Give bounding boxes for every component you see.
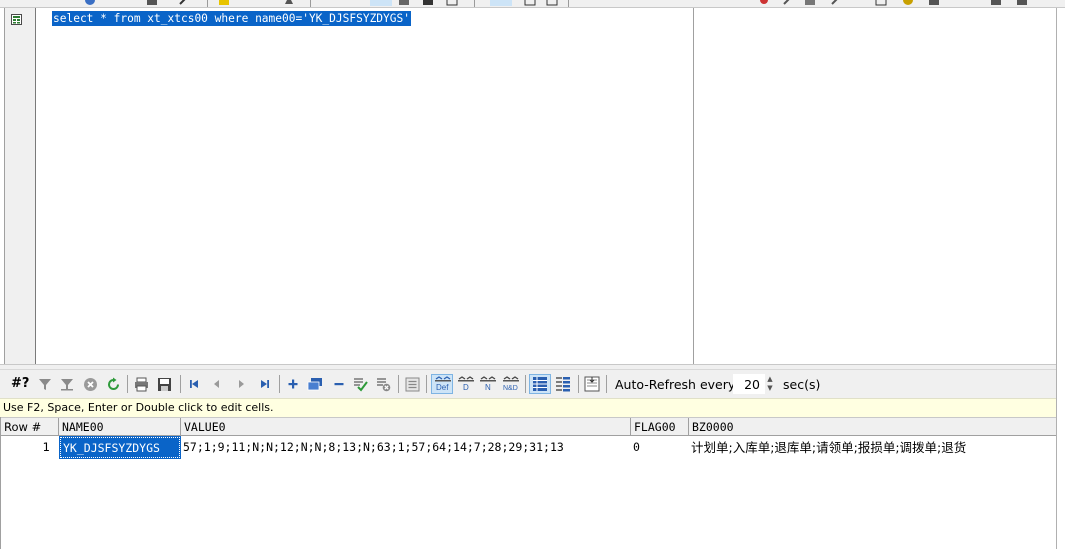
value0-cell[interactable]: 57;1;9;11;N;N;12;N;N;8;13;N;63;1;57;64;1… xyxy=(181,437,631,458)
name-caption-icon[interactable]: N xyxy=(479,376,497,392)
toolbar-icon-18[interactable] xyxy=(902,0,914,6)
cancel-query-icon[interactable] xyxy=(82,376,98,392)
auto-refresh-spinner[interactable]: ▲ ▼ xyxy=(765,375,775,393)
duplicate-record-icon[interactable] xyxy=(307,376,323,392)
svg-text:Def: Def xyxy=(436,383,449,392)
toolbar-separator xyxy=(426,375,427,393)
toolbar-icon-11[interactable] xyxy=(524,0,536,6)
result-grid[interactable]: Row # NAME00 VALUE0 FLAG00 BZ0000 1 YK_D… xyxy=(0,417,1056,549)
toolbar-icon-8[interactable] xyxy=(422,0,434,6)
toolbar-separator xyxy=(398,375,399,393)
refresh-icon[interactable] xyxy=(105,376,121,392)
print-icon[interactable] xyxy=(133,376,149,392)
toolbar-icon-17[interactable] xyxy=(875,0,887,6)
spin-up-icon[interactable]: ▲ xyxy=(765,375,775,384)
toolbar-icon-14[interactable] xyxy=(782,0,794,6)
grid-header: Row # NAME00 VALUE0 FLAG00 BZ0000 xyxy=(1,417,1056,436)
table-row[interactable]: 1 YK_DJSFSYZDYGS 57;1;9;11;N;N;12;N;N;8;… xyxy=(1,436,1056,459)
editor-right-margin xyxy=(693,8,694,364)
next-record-icon[interactable] xyxy=(233,376,249,392)
column-header-name00[interactable]: NAME00 xyxy=(59,418,181,436)
sql-statement[interactable]: select * from xt_xtcs00 where name00='YK… xyxy=(52,11,411,26)
toolbar-separator xyxy=(127,375,128,393)
toolbar-icon-16[interactable] xyxy=(830,0,842,6)
toolbar-separator xyxy=(474,0,475,7)
toolbar-icon-1[interactable] xyxy=(84,0,96,6)
toolbar-icon-15[interactable] xyxy=(804,0,816,6)
form-view-icon[interactable] xyxy=(555,376,571,392)
main-toolbar xyxy=(0,0,1065,8)
record-count-button[interactable]: #? xyxy=(11,376,29,391)
auto-fit-icon[interactable] xyxy=(584,376,600,392)
toolbar-icon-21[interactable] xyxy=(1016,0,1028,6)
result-grid-toolbar: #? Def D N N&D Auto-Refresh every 20 ▲ ▼… xyxy=(0,370,1056,398)
toolbar-icon-9[interactable] xyxy=(446,0,458,6)
cancel-edit-icon[interactable] xyxy=(375,376,391,392)
toolbar-icon-10[interactable] xyxy=(490,0,512,6)
toolbar-separator xyxy=(310,0,311,7)
toolbar-icon-19[interactable] xyxy=(928,0,940,6)
first-record-icon[interactable] xyxy=(186,376,202,392)
delete-record-icon[interactable] xyxy=(331,376,347,392)
toolbar-icon-13[interactable] xyxy=(758,0,770,6)
toolbar-separator xyxy=(207,0,208,7)
auto-refresh-unit: sec(s) xyxy=(783,377,821,392)
save-icon[interactable] xyxy=(156,376,172,392)
toolbar-icon-3[interactable] xyxy=(178,0,190,6)
post-edit-icon[interactable] xyxy=(352,376,368,392)
filter-icon[interactable] xyxy=(37,376,53,392)
toolbar-separator xyxy=(180,375,181,393)
auto-refresh-interval-input[interactable]: 20 xyxy=(733,374,765,394)
insert-record-icon[interactable] xyxy=(285,376,301,392)
memo-editor-icon[interactable] xyxy=(404,376,420,392)
bz0000-cell[interactable]: 计划单;入库单;退库单;请领单;报损单;调拨单;退货 xyxy=(689,437,1056,458)
last-record-icon[interactable] xyxy=(257,376,273,392)
toolbar-separator xyxy=(578,375,579,393)
flag00-cell[interactable]: 0 xyxy=(631,437,689,458)
spin-down-icon[interactable]: ▼ xyxy=(765,384,775,393)
name-description-caption-icon[interactable]: N&D xyxy=(502,376,520,392)
edit-hint: Use F2, Space, Enter or Double click to … xyxy=(0,398,1056,417)
toolbar-separator xyxy=(279,375,280,393)
name00-cell[interactable]: YK_DJSFSYZDYGS xyxy=(59,436,181,459)
svg-text:D: D xyxy=(463,383,469,392)
column-header-bz0000[interactable]: BZ0000 xyxy=(689,418,1056,436)
window-right-edge xyxy=(1056,8,1065,549)
statement-marker-icon xyxy=(11,14,22,25)
toolbar-separator xyxy=(525,375,526,393)
toolbar-separator xyxy=(606,375,607,393)
column-header-row-number[interactable]: Row # xyxy=(1,418,59,436)
grid-view-icon[interactable] xyxy=(532,376,548,392)
toolbar-icon-7[interactable] xyxy=(398,0,410,6)
description-caption-icon[interactable]: D xyxy=(457,376,475,392)
toolbar-icon-6[interactable] xyxy=(370,0,392,6)
svg-text:N: N xyxy=(485,383,491,392)
clear-filter-icon[interactable] xyxy=(59,376,75,392)
toolbar-icon-4[interactable] xyxy=(218,0,230,6)
toolbar-icon-2[interactable] xyxy=(146,0,158,6)
sql-editor[interactable]: select * from xt_xtcs00 where name00='YK… xyxy=(4,8,1056,364)
toolbar-icon-5[interactable] xyxy=(283,0,295,6)
auto-refresh-label: Auto-Refresh every xyxy=(615,377,736,392)
column-header-flag00[interactable]: FLAG00 xyxy=(631,418,689,436)
toolbar-icon-12[interactable] xyxy=(546,0,558,6)
default-caption-icon[interactable]: Def xyxy=(434,376,452,392)
row-number-cell[interactable]: 1 xyxy=(1,437,59,458)
svg-text:N&D: N&D xyxy=(503,385,518,392)
prior-record-icon[interactable] xyxy=(209,376,225,392)
toolbar-icon-20[interactable] xyxy=(990,0,1002,6)
editor-gutter xyxy=(5,8,36,364)
toolbar-separator xyxy=(568,0,569,7)
column-header-value0[interactable]: VALUE0 xyxy=(181,418,631,436)
